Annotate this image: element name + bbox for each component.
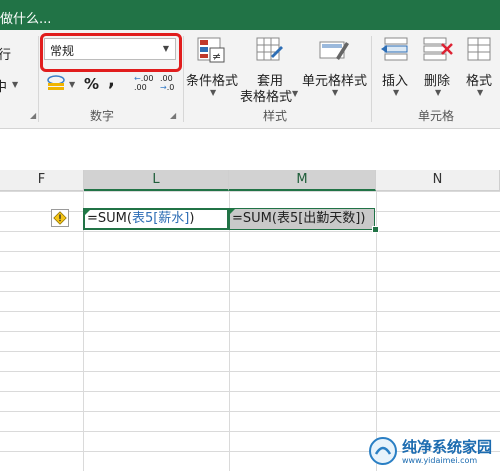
chevron-down-icon[interactable]: ▼ — [332, 88, 338, 97]
number-launcher-icon[interactable]: ◢ — [170, 111, 176, 120]
format-button[interactable]: 格式 — [466, 70, 492, 89]
watermark-url: www.yidaimei.com — [402, 456, 478, 465]
grid-line — [83, 191, 84, 471]
conditional-format-icon[interactable]: ≠ — [196, 36, 226, 66]
group-separator — [371, 36, 372, 122]
format-cells-icon[interactable] — [466, 36, 496, 66]
styles-group-label: 样式 — [263, 109, 288, 123]
grid-line — [229, 191, 230, 471]
insert-button[interactable]: 插入 — [382, 70, 408, 89]
worksheet-grid[interactable] — [0, 191, 500, 471]
formula-area-gap — [0, 129, 500, 170]
watermark-logo-icon — [369, 437, 397, 465]
chevron-down-icon[interactable]: ▼ — [210, 88, 216, 97]
grid-line — [376, 191, 377, 471]
currency-icon[interactable] — [45, 74, 67, 92]
format-as-table-button[interactable]: 表格格式 — [240, 86, 292, 105]
formula-prefix: =SUM( — [232, 211, 277, 226]
column-header-f[interactable]: F — [0, 170, 84, 191]
title-bar: 做什么... — [0, 0, 500, 30]
wrap-text-partial-label[interactable]: 行 — [0, 44, 11, 63]
fill-handle[interactable] — [372, 226, 379, 233]
increase-decimal-button[interactable]: ←.00.00 — [134, 74, 153, 92]
cell-styles-button[interactable]: 单元格样式 — [302, 70, 367, 89]
merge-center-partial-label[interactable]: 中 — [0, 76, 7, 95]
column-header-l[interactable]: L — [84, 170, 229, 191]
chevron-down-icon[interactable]: ▼ — [69, 80, 75, 89]
table-format-icon[interactable] — [255, 36, 285, 66]
decrease-decimal-button[interactable]: .00 →.0 — [160, 74, 174, 92]
cells-group-label: 单元格 — [418, 109, 455, 123]
formula-suffix: ) — [189, 211, 195, 226]
error-triangle-indicator — [85, 210, 90, 215]
cell-m-formula[interactable]: =SUM(表5[出勤天数]) — [229, 208, 375, 230]
insert-cells-icon[interactable] — [381, 36, 411, 66]
formula-reference: 表5[薪水] — [131, 211, 190, 226]
delete-button[interactable]: 删除 — [424, 70, 450, 89]
comma-style-button[interactable]: , — [108, 70, 115, 91]
decrease-decimal-label: .00 — [160, 74, 173, 83]
chevron-down-icon[interactable]: ▼ — [477, 88, 483, 97]
percent-style-button[interactable]: % — [84, 75, 99, 93]
tell-me-search[interactable]: 做什么... — [0, 8, 51, 27]
column-header-n[interactable]: N — [376, 170, 500, 191]
chevron-down-icon[interactable]: ▼ — [292, 89, 298, 98]
svg-text:≠: ≠ — [212, 50, 221, 63]
conditional-format-button[interactable]: 条件格式 — [186, 70, 238, 89]
formula-prefix: =SUM( — [87, 211, 132, 226]
red-highlight-box — [40, 33, 182, 72]
watermark-title: 纯净系统家园 — [402, 438, 493, 456]
chevron-down-icon[interactable]: ▼ — [435, 88, 441, 97]
number-group-label: 数字 — [90, 109, 115, 123]
warning-diamond-icon[interactable] — [51, 209, 69, 227]
formula-suffix: ) — [360, 211, 366, 226]
ribbon: 行 中 ▼ ◢ 常规 ▼ ▼ % , ←.00.00 .00 →.0 数字 ◢ ≠… — [0, 30, 500, 129]
formula-reference: 表5[出勤天数] — [276, 211, 361, 226]
alignment-launcher-icon[interactable]: ◢ — [30, 111, 36, 120]
chevron-down-icon[interactable]: ▼ — [12, 80, 18, 89]
watermark: 纯净系统家园 www.yidaimei.com — [368, 434, 500, 471]
group-separator — [183, 36, 184, 122]
group-separator — [38, 36, 39, 122]
chevron-down-icon[interactable]: ▼ — [393, 88, 399, 97]
cell-style-icon[interactable] — [318, 36, 350, 66]
increase-decimal-label: .00 — [140, 74, 154, 83]
error-triangle-indicator — [230, 209, 235, 214]
delete-cells-icon[interactable] — [422, 36, 454, 66]
column-header-m[interactable]: M — [229, 170, 376, 191]
cell-l-formula[interactable]: =SUM(表5[薪水]) — [83, 208, 229, 230]
